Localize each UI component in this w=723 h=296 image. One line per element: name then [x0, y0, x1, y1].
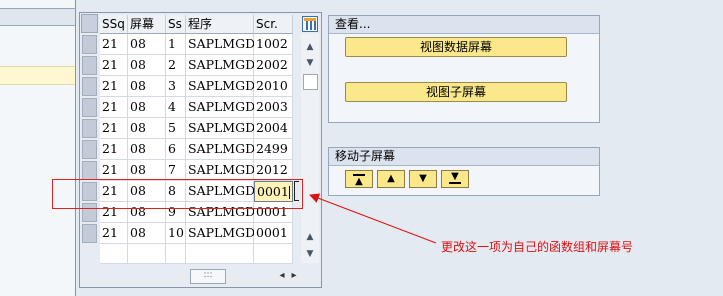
table-cell[interactable]: 08	[128, 34, 166, 55]
scroll-right-icon[interactable]: ▸	[288, 268, 300, 283]
empty-cell[interactable]	[254, 244, 293, 264]
table-cell[interactable]: 2002	[254, 55, 293, 76]
table-cell[interactable]: 08	[128, 118, 166, 139]
table-cell[interactable]: 2	[166, 55, 186, 76]
table-cell[interactable]: 08	[128, 55, 166, 76]
table-cell[interactable]: 2003	[254, 97, 293, 118]
table-cell[interactable]: SAPLMGD1	[186, 160, 263, 181]
table-settings-icon[interactable]	[302, 16, 318, 32]
table-cell[interactable]: 08	[128, 160, 166, 181]
table-cell[interactable]: 21	[100, 118, 128, 139]
column-header[interactable]: Scr.	[254, 15, 293, 34]
scroll-page-down-icon[interactable]: ▼	[304, 56, 316, 70]
empty-cell[interactable]	[166, 244, 186, 264]
row-selector[interactable]	[82, 119, 97, 138]
table-cell[interactable]: 21	[100, 223, 128, 244]
annotation-note: 更改这一项为自己的函数组和屏幕号	[441, 240, 634, 254]
row-selector[interactable]	[82, 35, 97, 54]
table-cell[interactable]: 21	[100, 55, 128, 76]
table-cell[interactable]: 21	[100, 97, 128, 118]
table-cell[interactable]: 5	[166, 118, 186, 139]
table-cell[interactable]: SAPLMGD1	[186, 223, 263, 244]
table-cell[interactable]: 08	[128, 97, 166, 118]
row-selector[interactable]	[82, 98, 97, 117]
table-cell[interactable]: 10	[166, 223, 186, 244]
table-cell[interactable]: 2012	[254, 160, 293, 181]
table-cell[interactable]: 08	[128, 223, 166, 244]
column-header[interactable]: SSq	[100, 15, 128, 34]
scroll-page-up-icon[interactable]: ▲	[304, 230, 316, 244]
select-all-button[interactable]	[81, 14, 98, 33]
scroll-left-icon[interactable]: ◂	[276, 268, 288, 283]
row-selector[interactable]	[82, 56, 97, 75]
table-cell[interactable]: SAPLMGD1	[186, 118, 263, 139]
table-cell[interactable]: 0001	[254, 223, 293, 244]
table-cell[interactable]: 4	[166, 97, 186, 118]
table-cell[interactable]: 21	[100, 76, 128, 97]
row-selector[interactable]	[82, 161, 97, 180]
table-cell[interactable]: 1002	[254, 34, 293, 55]
view-group-title: 查看...	[329, 16, 599, 34]
column-header[interactable]: 屏幕	[128, 15, 166, 34]
table-cell[interactable]: 08	[128, 76, 166, 97]
empty-cell[interactable]	[100, 244, 128, 264]
vertical-scrollbar[interactable]: ▲ ▼ ▲ ▼	[301, 34, 319, 263]
scroll-down-icon[interactable]: ▼	[304, 247, 316, 261]
move-bottom-bar	[449, 182, 461, 184]
move-top-icon: ▲	[355, 176, 363, 187]
hscroll-thumb[interactable]: :::	[190, 269, 226, 284]
empty-cell[interactable]	[186, 244, 254, 264]
subscreen-table: ▲ ▼ ▲ ▼ ::: ◂ ▸ SSq 屏幕 Ss 程序 Scr. 21 08 1 SAPLMG…	[79, 12, 322, 288]
move-bottom-button[interactable]: ▼	[441, 170, 469, 188]
left-pane	[0, 0, 76, 296]
table-cell[interactable]: 2499	[254, 139, 293, 160]
table-cell[interactable]: 21	[100, 34, 128, 55]
table-cell[interactable]: 2004	[254, 118, 293, 139]
row-selector[interactable]	[82, 224, 97, 243]
move-up-button[interactable]: ▲	[377, 170, 405, 188]
table-cell[interactable]: 1	[166, 34, 186, 55]
move-down-button[interactable]: ▼	[409, 170, 437, 188]
annotation-highlight-box	[52, 179, 303, 209]
column-header[interactable]: 程序	[186, 15, 254, 34]
left-pane-header	[0, 8, 75, 26]
view-subscreen-button[interactable]: 视图子屏幕	[345, 82, 567, 102]
scroll-up-icon[interactable]: ▲	[304, 40, 316, 54]
table-cell[interactable]: 21	[100, 139, 128, 160]
table-cell[interactable]: 08	[128, 139, 166, 160]
view-group: 查看... 视图数据屏幕 视图子屏幕	[328, 15, 600, 123]
table-cell[interactable]: SAPLMGD1	[186, 34, 263, 55]
table-cell[interactable]: SAPLMGD1	[186, 55, 263, 76]
view-data-screen-button[interactable]: 视图数据屏幕	[345, 37, 567, 57]
empty-cell[interactable]	[128, 244, 166, 264]
table-cell[interactable]: SAPLMGD1	[186, 76, 263, 97]
table-cell[interactable]: SAPLMGD1	[186, 97, 263, 118]
table-cell[interactable]: 3	[166, 76, 186, 97]
table-cell[interactable]: 7	[166, 160, 186, 181]
column-header[interactable]: Ss	[166, 15, 186, 34]
row-selector[interactable]	[82, 77, 97, 96]
left-pane-selected-row[interactable]	[0, 66, 75, 85]
table-cell[interactable]: 2010	[254, 76, 293, 97]
move-subscreen-group: 移动子屏幕 ▲ ▲ ▼ ▼	[328, 147, 600, 196]
table-cell[interactable]: 21	[100, 160, 128, 181]
row-selector[interactable]	[82, 140, 97, 159]
move-top-button[interactable]: ▲	[345, 170, 373, 188]
move-up-icon: ▲	[387, 173, 395, 184]
move-group-title: 移动子屏幕	[329, 148, 599, 166]
horizontal-scrollbar[interactable]: ::: ◂ ▸	[188, 267, 300, 285]
table-cell[interactable]: 6	[166, 139, 186, 160]
scroll-thumb[interactable]	[303, 74, 318, 90]
move-down-icon: ▼	[419, 173, 427, 184]
table-cell[interactable]: SAPLMGD1	[186, 139, 263, 160]
move-bottom-icon: ▼	[451, 171, 459, 182]
